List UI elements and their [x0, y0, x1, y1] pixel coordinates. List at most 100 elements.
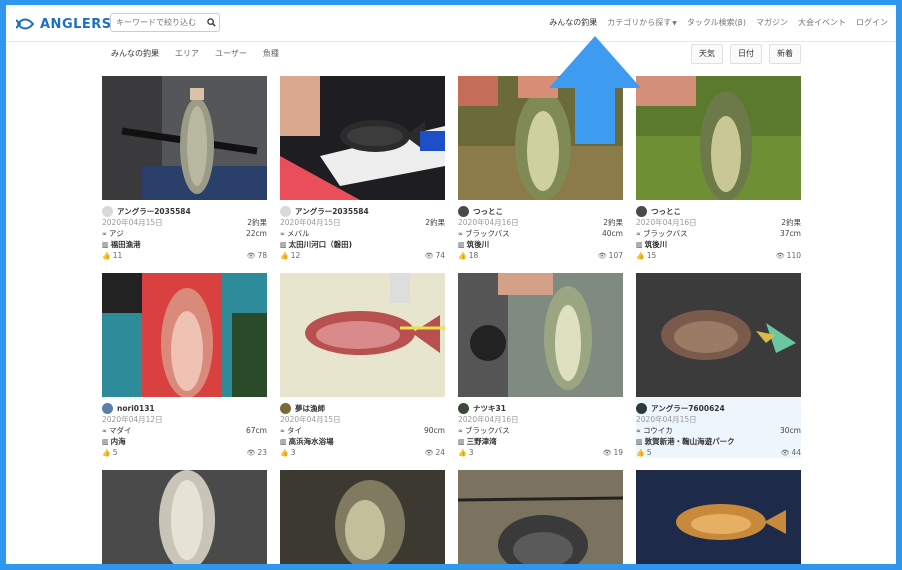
- avatar[interactable]: [458, 205, 469, 217]
- top-header: ANGLERS みんなの釣果 カテゴリから探す▼ タックル検索(β) マガジン …: [6, 5, 896, 42]
- like-count: 5: [112, 448, 118, 457]
- catch-card[interactable]: 夢は漁師 2020年04月15日 ∝ タイ 90cm ▥ 高浜海水浴場 👍 3 👁 24: [280, 273, 445, 458]
- catch-photo[interactable]: [102, 470, 267, 566]
- username[interactable]: アングラー2035584: [295, 206, 369, 217]
- username[interactable]: アングラー2035584: [117, 206, 191, 217]
- catch-info: ナツキ31 2020年04月16日 ∝ ブラックバス ▥ 三野津湾 👍 3 👁 19: [458, 397, 623, 458]
- tab-fish-species[interactable]: 魚種: [263, 48, 279, 59]
- avatar[interactable]: [636, 205, 647, 217]
- nav-events[interactable]: 大会イベント: [798, 17, 846, 28]
- newest-button[interactable]: 新着: [769, 44, 801, 64]
- catch-card[interactable]: アングラー7600624 2020年04月15日 ∝ コウイカ 30cm ▥ 敦賀新港…: [636, 273, 801, 458]
- username[interactable]: ナツキ31: [473, 403, 506, 414]
- catch-photo[interactable]: [458, 273, 623, 397]
- catch-card[interactable]: つっとこ 2020年04月16日 2釣果 ∝ ブラックバス 37cm ▥ 筑後川 👍 15…: [636, 76, 801, 261]
- catch-photo[interactable]: [102, 273, 267, 397]
- anglers-logo[interactable]: ANGLERS: [16, 15, 112, 33]
- catch-photo[interactable]: [458, 470, 623, 566]
- catch-info: アングラー7600624 2020年04月15日 ∝ コウイカ 30cm ▥ 敦賀新港…: [636, 397, 801, 458]
- place[interactable]: 敦賀新港・鞠山海遊パーク: [645, 437, 735, 446]
- nav-magazine[interactable]: マガジン: [756, 17, 788, 28]
- username[interactable]: つっとこ: [651, 206, 681, 217]
- size: 37cm: [780, 229, 801, 238]
- nav-everyone-catches[interactable]: みんなの釣果: [549, 17, 597, 28]
- catch-card[interactable]: ナツキ31 2020年04月16日 ∝ ブラックバス ▥ 三野津湾 👍 3 👁 19: [458, 273, 623, 458]
- size: 67cm: [246, 426, 267, 435]
- thumbs-up-icon[interactable]: 👍: [280, 448, 289, 459]
- like-count: 12: [290, 251, 301, 260]
- avatar[interactable]: [280, 205, 291, 217]
- arrow-up-icon: [549, 36, 641, 144]
- search-input[interactable]: [111, 15, 204, 30]
- eye-icon: 👁: [780, 449, 790, 457]
- sort-buttons: 天気 日付 新着: [691, 44, 801, 64]
- username[interactable]: アングラー7600624: [651, 403, 725, 414]
- species: ブラックバス: [465, 229, 510, 238]
- catch-photo[interactable]: [636, 470, 801, 566]
- nav-category[interactable]: カテゴリから探す▼: [607, 17, 677, 28]
- catch-card[interactable]: [102, 470, 267, 566]
- avatar[interactable]: [102, 205, 113, 217]
- catch-photo[interactable]: [280, 470, 445, 566]
- catch-card[interactable]: nori0131 2020年04月12日 ∝ マダイ 67cm ▥ 内海 👍 5 👁 23: [102, 273, 267, 458]
- like-count: 15: [646, 251, 657, 260]
- catch-photo[interactable]: [280, 76, 445, 200]
- catch-photo[interactable]: [636, 273, 801, 397]
- catch-count: 2釣果: [425, 218, 445, 227]
- place[interactable]: 筑後川: [467, 240, 490, 249]
- eye-icon: 👁: [246, 449, 256, 457]
- eye-icon: 👁: [424, 449, 434, 457]
- thumbs-up-icon[interactable]: 👍: [636, 448, 645, 459]
- thumbs-up-icon[interactable]: 👍: [458, 251, 467, 262]
- weather-button[interactable]: 天気: [691, 44, 723, 64]
- catch-photo[interactable]: [280, 273, 445, 397]
- thumbs-up-icon[interactable]: 👍: [458, 448, 467, 459]
- place[interactable]: 内海: [111, 437, 126, 446]
- tab-everyone-catches[interactable]: みんなの釣果: [111, 48, 159, 59]
- catch-date: 2020年04月12日: [102, 415, 163, 424]
- species: コウイカ: [643, 426, 673, 435]
- nav-tackle-search[interactable]: タックル検索(β): [687, 17, 746, 28]
- size: 90cm: [424, 426, 445, 435]
- avatar[interactable]: [636, 402, 647, 414]
- tab-area[interactable]: エリア: [175, 48, 199, 59]
- like-count: 18: [468, 251, 479, 260]
- thumbs-up-icon[interactable]: 👍: [636, 251, 645, 262]
- thumbs-up-icon[interactable]: 👍: [102, 448, 111, 459]
- catch-card[interactable]: [636, 470, 801, 566]
- place[interactable]: 三野津湾: [467, 437, 497, 446]
- username[interactable]: 夢は漁師: [295, 403, 325, 414]
- search-box[interactable]: [110, 13, 220, 32]
- catch-info: nori0131 2020年04月12日 ∝ マダイ 67cm ▥ 内海 👍 5 👁 23: [102, 397, 267, 458]
- avatar[interactable]: [458, 402, 469, 414]
- place[interactable]: 福田漁港: [111, 240, 141, 249]
- thumbs-up-icon[interactable]: 👍: [280, 251, 289, 262]
- search-icon[interactable]: [204, 16, 218, 30]
- catch-photo[interactable]: [636, 76, 801, 200]
- username[interactable]: つっとこ: [473, 206, 503, 217]
- sub-tabs: みんなの釣果 エリア ユーザー 魚種: [111, 48, 279, 59]
- like-count: 5: [646, 448, 652, 457]
- place[interactable]: 高浜海水浴場: [289, 437, 334, 446]
- place[interactable]: 筑後川: [645, 240, 668, 249]
- catch-date: 2020年04月15日: [102, 218, 163, 227]
- catch-card[interactable]: アングラー2035584 2020年04月15日 2釣果 ∝ メバル ▥ 太田川河口（…: [280, 76, 445, 261]
- place[interactable]: 太田川河口（磐田): [289, 240, 352, 249]
- catch-info: アングラー2035584 2020年04月15日 2釣果 ∝ アジ 22cm ▥ 福田漁…: [102, 200, 267, 261]
- catch-photo[interactable]: [102, 76, 267, 200]
- avatar[interactable]: [280, 402, 291, 414]
- fish-logo-icon: [16, 18, 35, 30]
- catch-card[interactable]: [280, 470, 445, 566]
- date-button[interactable]: 日付: [730, 44, 762, 64]
- catch-card[interactable]: アングラー2035584 2020年04月15日 2釣果 ∝ アジ 22cm ▥ 福田漁…: [102, 76, 267, 261]
- thumbs-up-icon[interactable]: 👍: [102, 251, 111, 262]
- avatar[interactable]: [102, 402, 113, 414]
- nav-login[interactable]: ログイン: [856, 17, 888, 28]
- size: 30cm: [780, 426, 801, 435]
- view-count: 44: [791, 448, 801, 457]
- catch-card[interactable]: [458, 470, 623, 566]
- view-count: 74: [435, 251, 445, 260]
- tab-user[interactable]: ユーザー: [215, 48, 247, 59]
- view-count: 107: [608, 251, 623, 260]
- username[interactable]: nori0131: [117, 404, 155, 413]
